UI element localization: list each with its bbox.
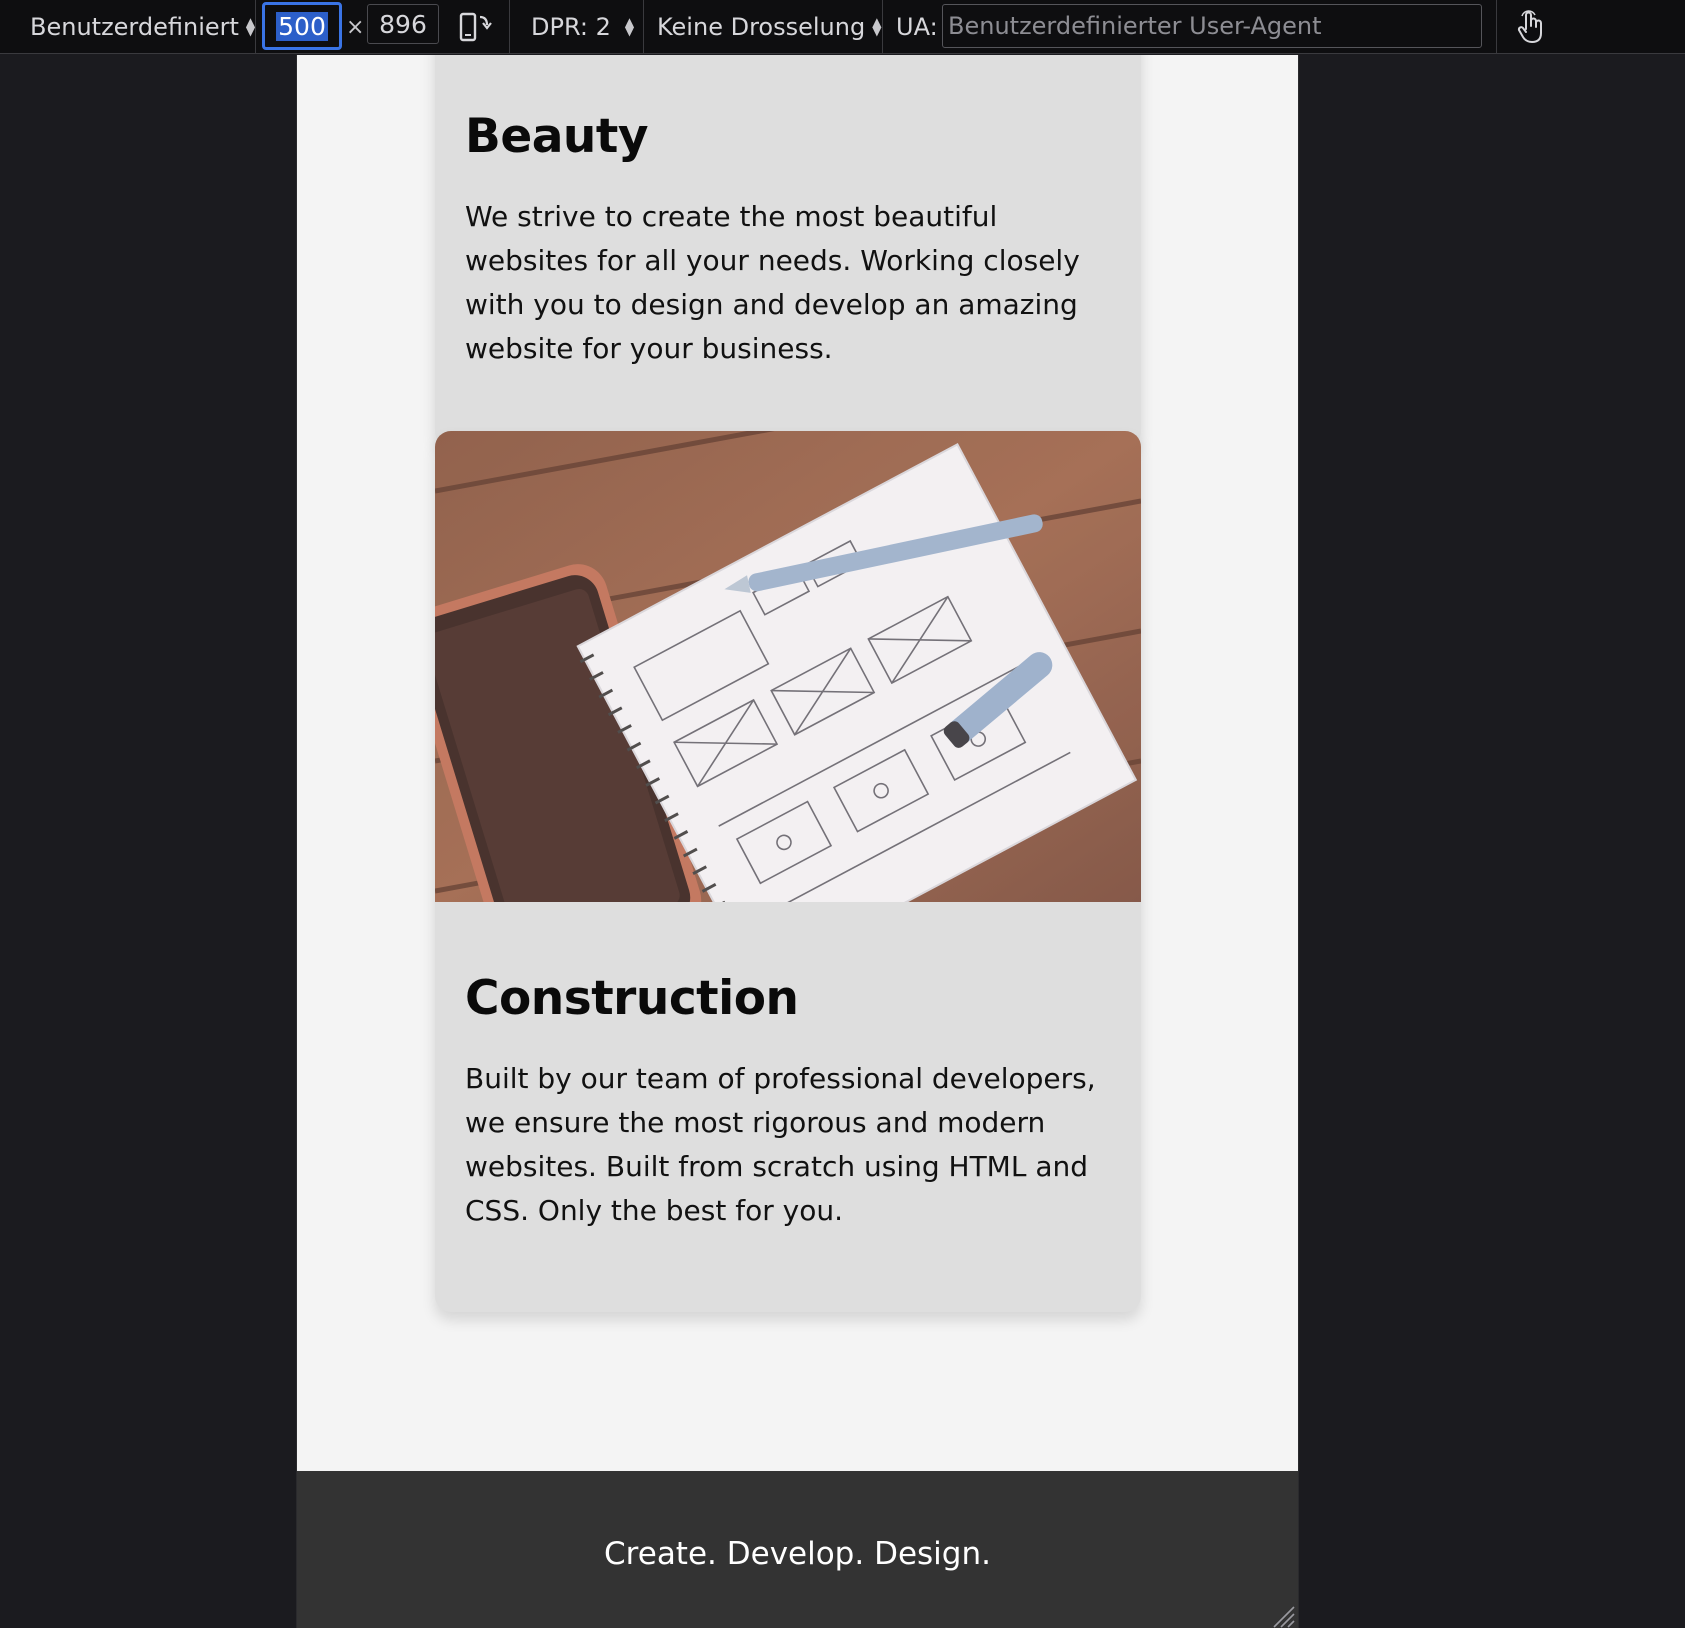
viewport-width-value: 500 [276,11,328,41]
viewport-width-input[interactable]: 500 [262,2,342,50]
page-footer: Create. Develop. Design. [297,1471,1298,1628]
responsive-design-toolbar: Benutzerdefiniert ▲ ▼ 500 × 896 DPR: 2 ▲ ▼… [0,0,1685,54]
user-agent-placeholder: Benutzerdefinierter User-Agent [948,12,1322,40]
dimension-separator: × [346,14,365,40]
updown-arrows-icon: ▲ ▼ [872,15,882,38]
toolbar-divider [255,0,256,54]
viewport-height-value: 896 [379,9,427,39]
card-title: Beauty [465,109,648,164]
card-title: Construction [465,971,799,1026]
resize-handle-icon[interactable] [1270,1603,1296,1628]
service-card-beauty: Beauty We strive to create the most beau… [435,55,1141,447]
throttling-label: Keine Drosselung [657,13,866,41]
wireframe-notebook-photo [435,431,1141,902]
rotate-device-button[interactable] [458,0,492,54]
service-card-construction: Construction Built by our team of profes… [435,431,1141,1312]
toolbar-divider [882,0,883,54]
network-throttling-selector[interactable]: Keine Drosselung ▲ ▼ [657,0,881,54]
rotate-device-icon [459,12,492,42]
device-selector-label: Benutzerdefiniert [30,13,239,41]
touch-simulation-button[interactable] [1515,0,1545,54]
dpr-selector[interactable]: DPR: 2 ▲ ▼ [531,0,634,54]
toolbar-divider [1496,0,1497,54]
card-description: Built by our team of professional develo… [465,1062,1096,1227]
dpr-selector-label: DPR: 2 [531,13,611,41]
updown-arrows-icon: ▲ ▼ [245,15,256,38]
device-selector[interactable]: Benutzerdefiniert ▲ ▼ [30,0,255,54]
viewport-height-input[interactable]: 896 [367,4,439,44]
footer-tagline: Create. Develop. Design. [604,1536,991,1572]
card-description: We strive to create the most beautiful w… [465,200,1080,365]
updown-arrows-icon: ▲ ▼ [624,15,635,38]
device-viewport: Beauty We strive to create the most beau… [296,55,1299,1628]
user-agent-input[interactable]: Benutzerdefinierter User-Agent [942,4,1482,48]
touch-simulation-icon [1517,10,1542,43]
toolbar-divider [509,0,510,54]
user-agent-label: UA: [896,13,938,41]
toolbar-divider [643,0,644,54]
